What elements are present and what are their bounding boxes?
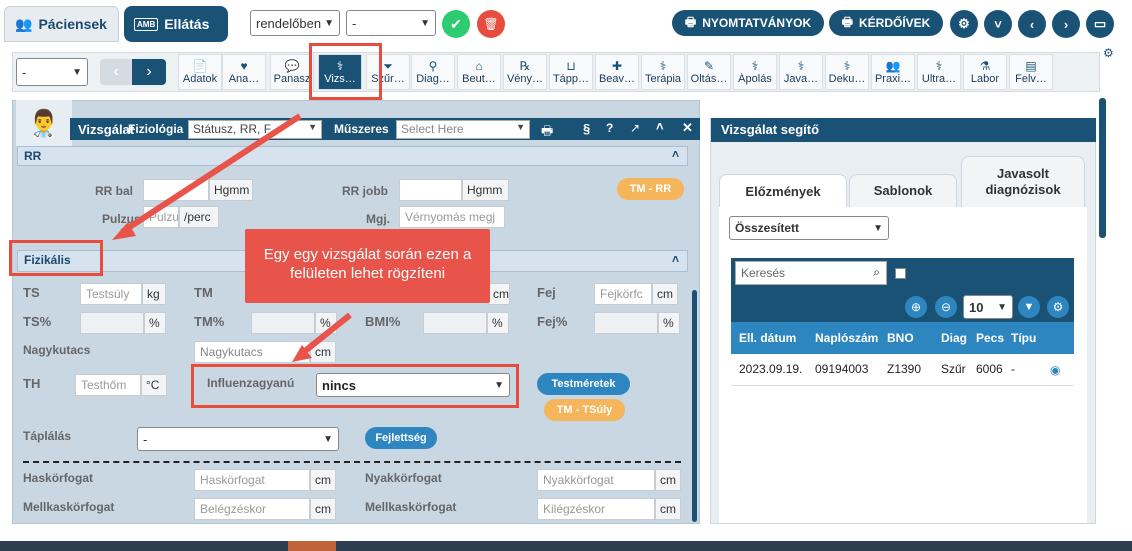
taskbar [0,541,1132,551]
taskbar-item[interactable] [288,541,336,551]
arrow-line [120,113,302,235]
arrow-line [298,312,352,358]
annotation-arrows [112,113,352,362]
